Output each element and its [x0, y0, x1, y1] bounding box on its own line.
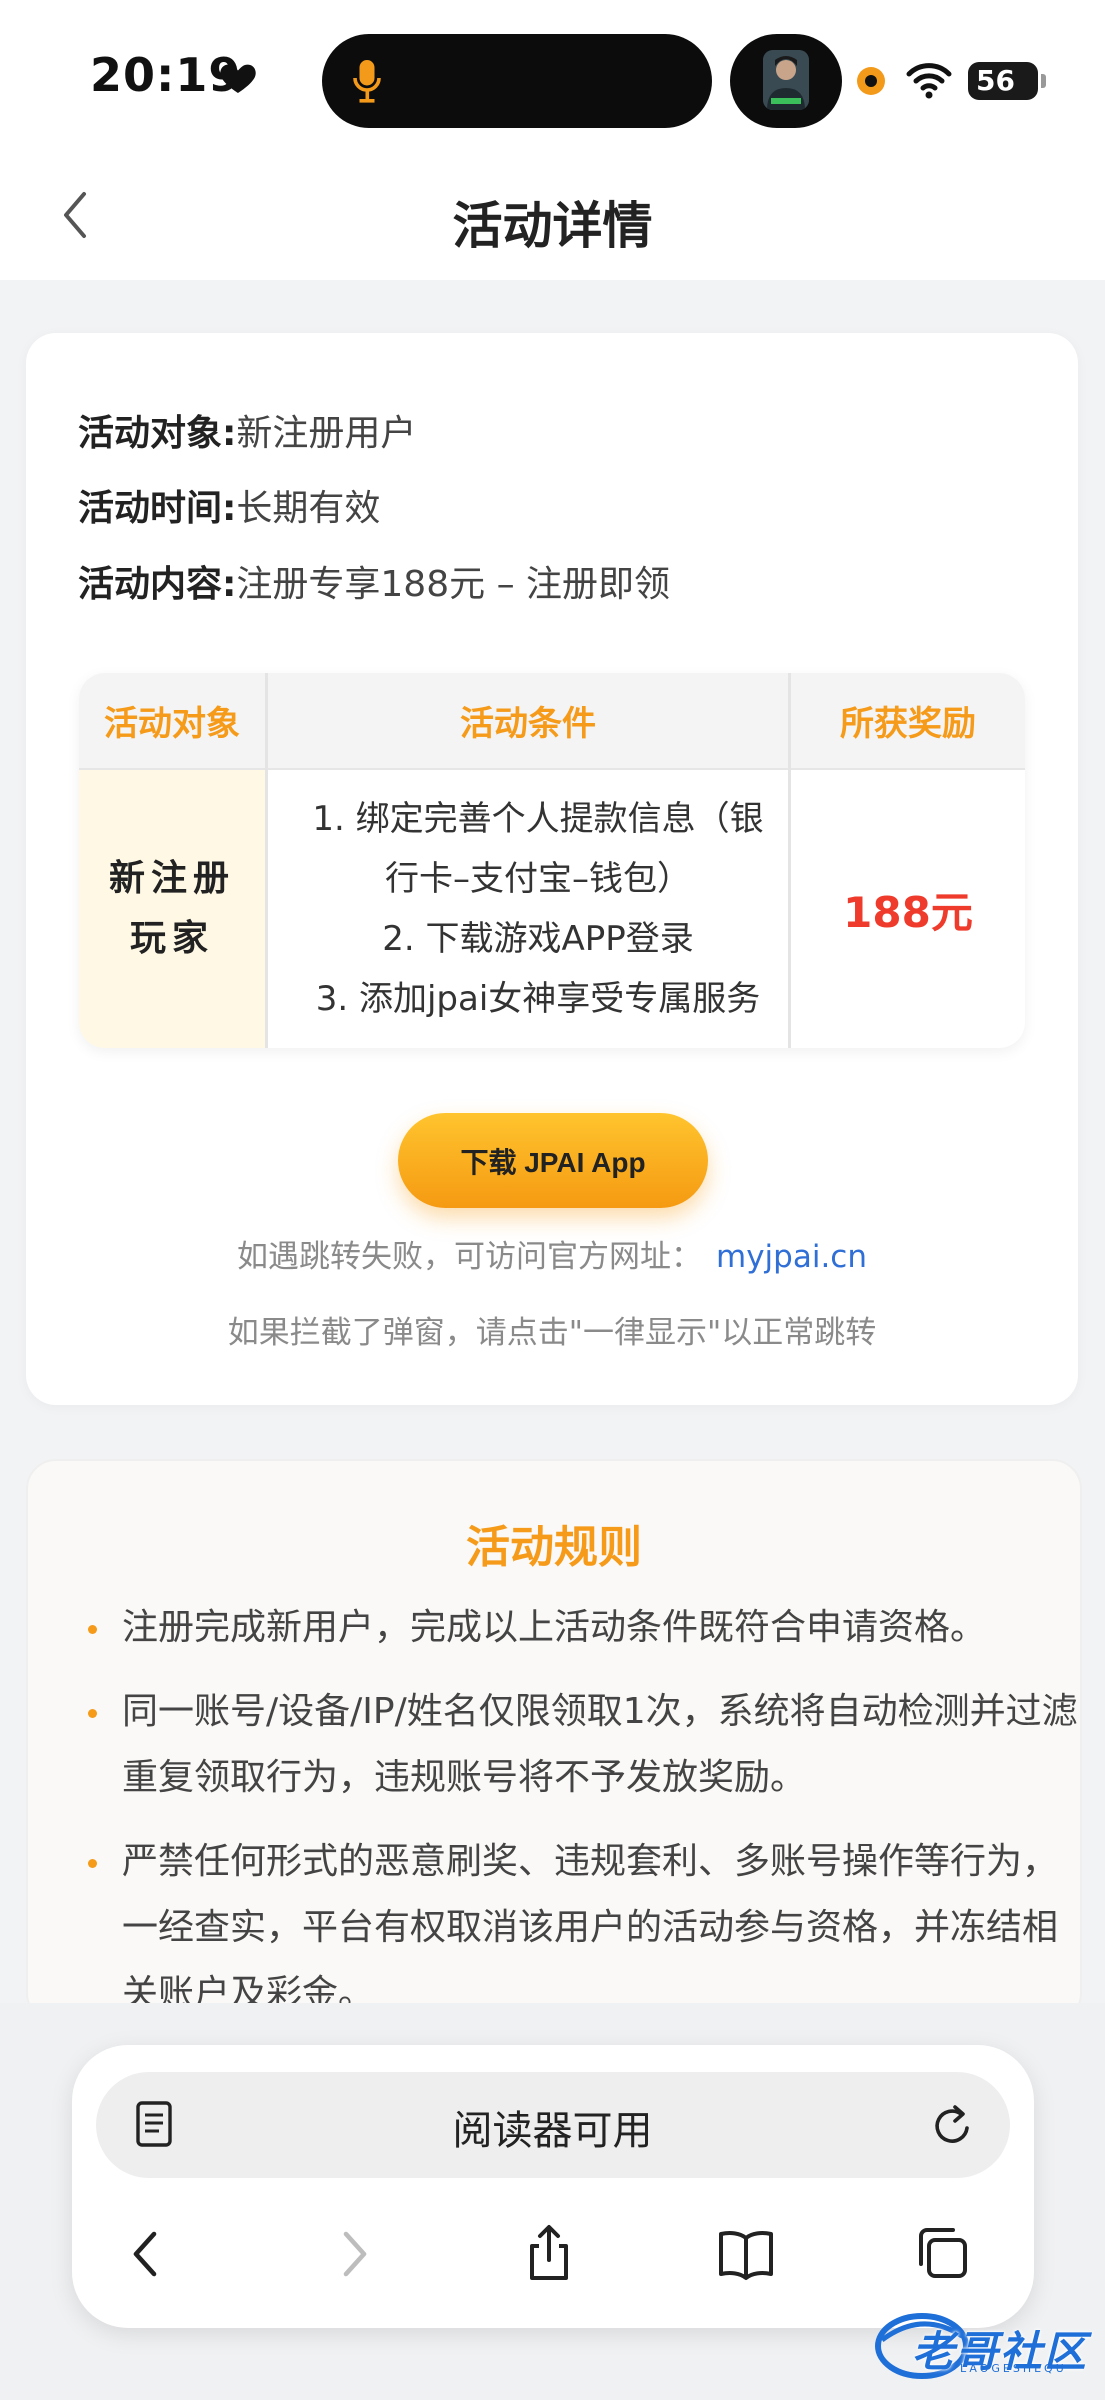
bookmarks-icon[interactable]	[716, 2222, 776, 2286]
table-header-reward: 所获奖励	[791, 673, 1025, 770]
info-row-time: 活动时间:长期有效	[78, 479, 380, 531]
table-header-conditions: 活动条件	[268, 673, 788, 770]
battery-tip	[1041, 74, 1046, 88]
info-row-target: 活动对象:新注册用户	[78, 404, 416, 456]
rule-item: 同一账号/设备/IP/姓名仅限领取1次，系统将自动检测并过滤重复领取行为，违规账…	[86, 1679, 1080, 1811]
table-cell-conditions: 1. 绑定完善个人提款信息（银 行卡–支付宝–钱包） 2. 下载游戏APP登录 …	[268, 770, 808, 1048]
rules-card: 活动规则 注册完成新用户，完成以上活动条件既符合申请资格。 同一账号/设备/IP…	[26, 1459, 1082, 2023]
official-url-link[interactable]: myjpai.cn	[716, 1239, 867, 1275]
download-app-button[interactable]: 下载 JPAI App	[398, 1113, 708, 1208]
recording-indicator	[857, 67, 885, 95]
browser-forward-icon[interactable]	[322, 2222, 382, 2286]
rules-title: 活动规则	[466, 1522, 642, 1573]
table-divider	[265, 673, 268, 1048]
info-label: 活动内容:	[78, 564, 237, 605]
condition-line: 1. 绑定完善个人提款信息（银	[312, 799, 764, 839]
heart-icon	[220, 64, 256, 93]
watermark-subtext: LAOGESHEQU	[960, 2362, 1067, 2375]
share-icon[interactable]	[519, 2222, 579, 2286]
reload-icon[interactable]	[930, 2100, 976, 2150]
info-row-content: 活动内容:注册专享188元 – 注册即领	[78, 555, 670, 607]
redirect-tip: 如遇跳转失败，可访问官方网址： myjpai.cn	[26, 1231, 1078, 1276]
activity-detail-card: 活动对象:新注册用户 活动时间:长期有效 活动内容:注册专享188元 – 注册即…	[26, 333, 1078, 1405]
table-header-target: 活动对象	[79, 673, 265, 770]
microphone-icon	[353, 60, 381, 103]
table-cell-target: 新注册 玩家	[79, 770, 265, 1048]
info-label: 活动时间:	[78, 488, 237, 529]
table-divider	[788, 673, 791, 1048]
rule-item: 严禁任何形式的恶意刷奖、违规套利、多账号操作等行为，一经查实，平台有权取消该用户…	[86, 1829, 1080, 2021]
condition-line: 2. 下载游戏APP登录	[382, 919, 694, 959]
page-title: 活动详情	[452, 197, 653, 255]
redirect-tip-text: 如遇跳转失败，可访问官方网址：	[237, 1239, 702, 1275]
wifi-icon	[906, 63, 952, 99]
battery-indicator: 56	[968, 62, 1038, 100]
reward-table: 活动对象 活动条件 所获奖励 新注册玩家 1. 绑定完善个人提款信息（银 行卡–…	[79, 673, 1025, 1048]
target-line: 玩家	[129, 918, 214, 959]
target-line: 新注册	[108, 858, 235, 899]
condition-line: 行卡–支付宝–钱包）	[385, 859, 691, 899]
info-value: 新注册用户	[236, 413, 417, 454]
browser-back-icon[interactable]	[118, 2222, 178, 2286]
rule-item: 注册完成新用户，完成以上活动条件既符合申请资格。	[86, 1595, 1080, 1661]
popup-tip: 如果拦截了弹窗，请点击"一律显示"以正常跳转	[227, 1315, 877, 1351]
info-label: 活动对象:	[78, 413, 237, 454]
nav-header: 活动详情	[0, 150, 1105, 280]
tabs-icon[interactable]	[912, 2222, 972, 2286]
table-cell-reward: 188元	[843, 887, 973, 937]
condition-line: 3. 添加jpai女神享受专属服务	[315, 979, 761, 1019]
info-value: 长期有效	[236, 488, 381, 529]
info-value: 注册专享188元 – 注册即领	[236, 564, 671, 605]
avatar	[763, 50, 809, 110]
